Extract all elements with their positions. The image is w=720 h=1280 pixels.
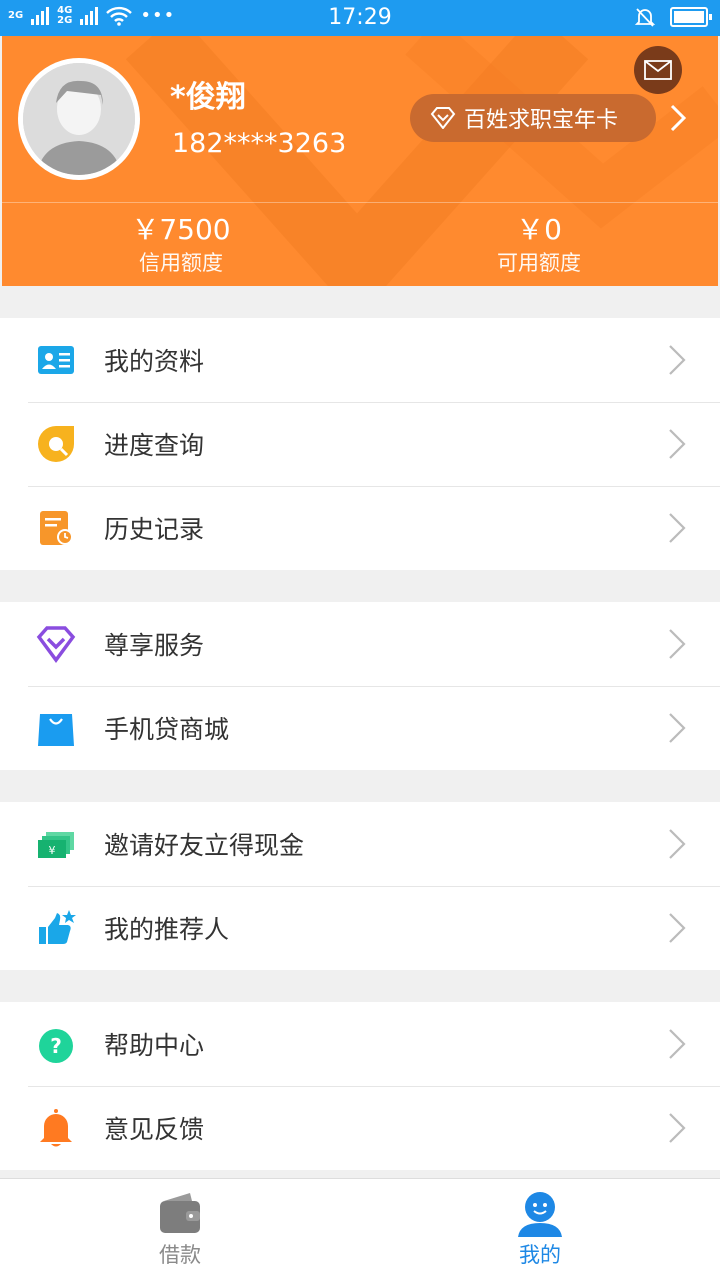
menu-item-feedback[interactable]: 意见反馈 (0, 1086, 720, 1170)
diamond-outline-icon (430, 107, 456, 129)
mute-bell-icon (634, 8, 656, 27)
progress-search-icon (38, 426, 74, 462)
svg-text:¥: ¥ (49, 844, 56, 857)
menu-item-label: 帮助中心 (104, 1031, 205, 1060)
menu-item-progress-query[interactable]: 进度查询 (0, 402, 720, 486)
shopping-bag-icon (38, 714, 74, 746)
menu-item-vip-service[interactable]: 尊享服务 (0, 602, 720, 686)
menu-item-my-profile[interactable]: 我的资料 (0, 318, 720, 402)
status-right (634, 6, 712, 28)
header-divider (2, 202, 718, 203)
menu-group-4: ? 帮助中心 意见反馈 (0, 1002, 720, 1170)
available-limit: ￥0 可用额度 (360, 212, 718, 278)
menu-item-label: 意见反馈 (104, 1115, 205, 1144)
vip-card-label: 百姓求职宝年卡 (464, 108, 619, 133)
menu-item-label: 手机贷商城 (104, 715, 230, 744)
battery-icon (670, 7, 712, 27)
menu-item-help-center[interactable]: ? 帮助中心 (0, 1002, 720, 1086)
tab-mine[interactable]: 我的 (360, 1179, 720, 1280)
menu-item-phone-loan-mall[interactable]: 手机贷商城 (0, 686, 720, 770)
envelope-icon (644, 60, 672, 80)
tab-mine-label: 我的 (519, 1243, 561, 1267)
menu-item-history[interactable]: 历史记录 (0, 486, 720, 570)
credit-limit-label: 信用额度 (139, 251, 223, 275)
wallet-icon (160, 1193, 200, 1233)
available-limit-value: ￥0 (516, 213, 562, 246)
chevron-right-icon (669, 345, 686, 375)
credit-limit: ￥7500 信用额度 (2, 212, 360, 278)
user-name: *俊翔 (170, 80, 246, 115)
chevron-right-icon (669, 713, 686, 743)
cash-icon: ¥ (38, 832, 74, 858)
thumbs-up-icon (39, 910, 76, 944)
status-bar: 2G 4G 2G ••• 17:29 (0, 0, 720, 36)
chevron-right-icon (669, 1029, 686, 1059)
chevron-right-icon (669, 1113, 686, 1143)
vip-card-badge[interactable]: 百姓求职宝年卡 (410, 94, 656, 142)
history-icon (40, 511, 73, 545)
status-time: 17:29 (328, 5, 392, 30)
avatar[interactable] (18, 58, 140, 180)
id-card-icon (38, 346, 74, 374)
available-limit-label: 可用额度 (497, 251, 581, 275)
user-phone: 182****3263 (172, 128, 347, 159)
menu-item-label: 邀请好友立得现金 (104, 831, 305, 860)
menu-item-invite-friends[interactable]: ¥ 邀请好友立得现金 (0, 802, 720, 886)
menu-group-2: 尊享服务 手机贷商城 (0, 602, 720, 770)
chevron-right-icon (669, 829, 686, 859)
bottom-tab-bar: 借款 我的 (0, 1178, 720, 1280)
chevron-right-icon (669, 913, 686, 943)
tab-loan-label: 借款 (159, 1243, 201, 1267)
chevron-right-icon[interactable] (666, 102, 690, 134)
menu-item-label: 我的推荐人 (104, 915, 230, 944)
menu-item-label: 我的资料 (104, 347, 205, 376)
credit-limit-value: ￥7500 (131, 213, 231, 246)
chevron-right-icon (669, 629, 686, 659)
menu-item-label: 进度查询 (104, 431, 205, 460)
profile-header: *俊翔 182****3263 百姓求职宝年卡 ￥7500 信用额度 ￥0 可用… (2, 36, 718, 286)
menu-group-3: ¥ 邀请好友立得现金 我的推荐人 (0, 802, 720, 970)
svg-text:?: ? (50, 1034, 62, 1058)
menu-item-label: 历史记录 (104, 515, 205, 544)
menu-group-1: 我的资料 进度查询 历史记录 (0, 318, 720, 570)
bell-icon (40, 1109, 72, 1147)
menu-item-label: 尊享服务 (104, 631, 205, 660)
chevron-right-icon (669, 513, 686, 543)
message-button[interactable] (634, 46, 682, 94)
tab-loan[interactable]: 借款 (0, 1179, 360, 1280)
user-icon (518, 1192, 562, 1237)
chevron-right-icon (669, 429, 686, 459)
menu-item-my-referrer[interactable]: 我的推荐人 (0, 886, 720, 970)
diamond-icon (36, 626, 76, 663)
help-icon: ? (39, 1029, 73, 1063)
default-avatar-icon (23, 63, 135, 175)
